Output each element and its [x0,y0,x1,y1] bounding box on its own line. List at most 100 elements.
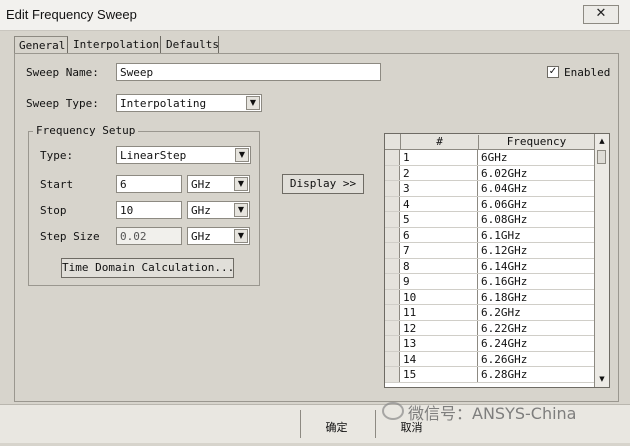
row-number: 8 [402,258,478,273]
row-frequency[interactable]: 6.2GHz [481,306,521,319]
start-input[interactable] [116,175,182,193]
table-row[interactable]: 9 6.16GHz [385,274,594,290]
row-number: 10 [402,289,478,304]
stop-unit-select[interactable]: GHz ▼ [187,201,250,219]
row-selector[interactable] [385,320,400,335]
wechat-icon [382,402,404,420]
row-selector[interactable] [385,243,400,258]
table-row[interactable]: 11 6.2GHz [385,305,594,321]
tab-defaults[interactable]: Defaults [162,36,219,54]
column-header-number[interactable]: # [401,135,479,149]
table-row[interactable]: 2 6.02GHz [385,165,594,181]
row-selector[interactable] [385,181,400,196]
row-number: 5 [402,212,478,227]
table-row[interactable]: 5 6.08GHz [385,212,594,228]
sweep-type-label: Sweep Type: [26,97,99,110]
stop-label: Stop [40,204,67,217]
table-row[interactable]: 8 6.14GHz [385,258,594,274]
time-domain-calculation-button[interactable]: Time Domain Calculation... [61,258,234,278]
row-number: 3 [402,181,478,196]
row-frequency[interactable]: 6.24GHz [481,337,527,350]
row-number: 4 [402,196,478,211]
row-selector[interactable] [385,212,400,227]
row-number: 7 [402,243,478,258]
row-frequency[interactable]: 6.06GHz [481,198,527,211]
row-frequency[interactable]: 6.22GHz [481,322,527,335]
ok-button[interactable]: 确定 [300,410,372,438]
step-size-label: Step Size [40,230,100,243]
row-selector[interactable] [385,258,400,273]
row-selector[interactable] [385,274,400,289]
row-selector[interactable] [385,336,400,351]
table-corner [385,134,401,149]
table-row[interactable]: 10 6.18GHz [385,289,594,305]
row-frequency[interactable]: 6.18GHz [481,291,527,304]
sweep-type-select[interactable]: Interpolating ▼ [116,94,262,112]
chevron-down-icon: ▼ [235,148,249,162]
row-frequency[interactable]: 6.28GHz [481,368,527,381]
step-unit-select[interactable]: GHz ▼ [187,227,250,245]
stop-unit-value: GHz [191,204,211,217]
row-frequency[interactable]: 6.08GHz [481,213,527,226]
step-size-input[interactable] [116,227,182,245]
table-row[interactable]: 12 6.22GHz [385,320,594,336]
type-label: Type: [40,149,74,162]
table-row[interactable]: 4 6.06GHz [385,196,594,212]
step-unit-value: GHz [191,230,211,243]
row-frequency[interactable]: 6.04GHz [481,182,527,195]
chevron-down-icon: ▼ [246,96,260,110]
frequency-table[interactable]: # Frequency 1 6GHz 2 6.02GHz 3 6.04GHz 4 6.06GH… [384,133,610,388]
row-selector[interactable] [385,150,400,165]
row-number: 14 [402,351,478,366]
stop-input[interactable] [116,201,182,219]
sweep-name-label: Sweep Name: [26,66,99,79]
row-selector[interactable] [385,196,400,211]
row-frequency[interactable]: 6.14GHz [481,260,527,273]
display-button[interactable]: Display >> [282,174,364,194]
scroll-up-icon[interactable]: ▲ [595,134,609,148]
row-frequency[interactable]: 6.12GHz [481,244,527,257]
table-row[interactable]: 14 6.26GHz [385,351,594,367]
table-scrollbar[interactable]: ▲ ▼ [594,134,609,387]
row-selector[interactable] [385,289,400,304]
type-value: LinearStep [120,149,187,162]
start-unit-select[interactable]: GHz ▼ [187,175,250,193]
table-row[interactable]: 3 6.04GHz [385,181,594,197]
table-row[interactable]: 13 6.24GHz [385,336,594,352]
table-header: # Frequency [385,134,594,150]
enabled-checkbox[interactable]: ✓ [547,66,559,78]
tab-interpolation[interactable]: Interpolation [69,36,161,54]
row-number: 9 [402,274,478,289]
chevron-down-icon: ▼ [234,177,248,191]
row-number: 13 [402,336,478,351]
row-number: 15 [402,367,478,382]
table-row[interactable]: 1 6GHz [385,150,594,166]
scroll-down-icon[interactable]: ▼ [595,372,609,386]
row-frequency[interactable]: 6.02GHz [481,167,527,180]
column-header-frequency[interactable]: Frequency [479,135,594,148]
row-selector[interactable] [385,305,400,320]
type-select[interactable]: LinearStep ▼ [116,146,251,164]
table-row[interactable]: 6 6.1GHz [385,227,594,243]
row-number: 12 [402,320,478,335]
sweep-name-input[interactable] [116,63,381,81]
close-button[interactable]: ✕ [583,5,619,24]
chevron-down-icon: ▼ [234,229,248,243]
frequency-setup-title: Frequency Setup [33,124,139,137]
row-number: 6 [402,227,478,242]
row-frequency[interactable]: 6GHz [481,151,508,164]
row-selector[interactable] [385,351,400,366]
enabled-label: Enabled [564,66,611,79]
row-selector[interactable] [385,227,400,242]
row-frequency[interactable]: 6.16GHz [481,275,527,288]
window-title: Edit Frequency Sweep [6,7,137,22]
row-selector[interactable] [385,165,400,180]
scroll-thumb[interactable] [597,150,606,164]
tab-general[interactable]: General [14,36,68,54]
table-row[interactable]: 15 6.28GHz [385,367,594,383]
sweep-type-value: Interpolating [120,97,207,110]
table-row[interactable]: 7 6.12GHz [385,243,594,259]
row-selector[interactable] [385,367,400,382]
row-frequency[interactable]: 6.1GHz [481,229,521,242]
row-frequency[interactable]: 6.26GHz [481,353,527,366]
